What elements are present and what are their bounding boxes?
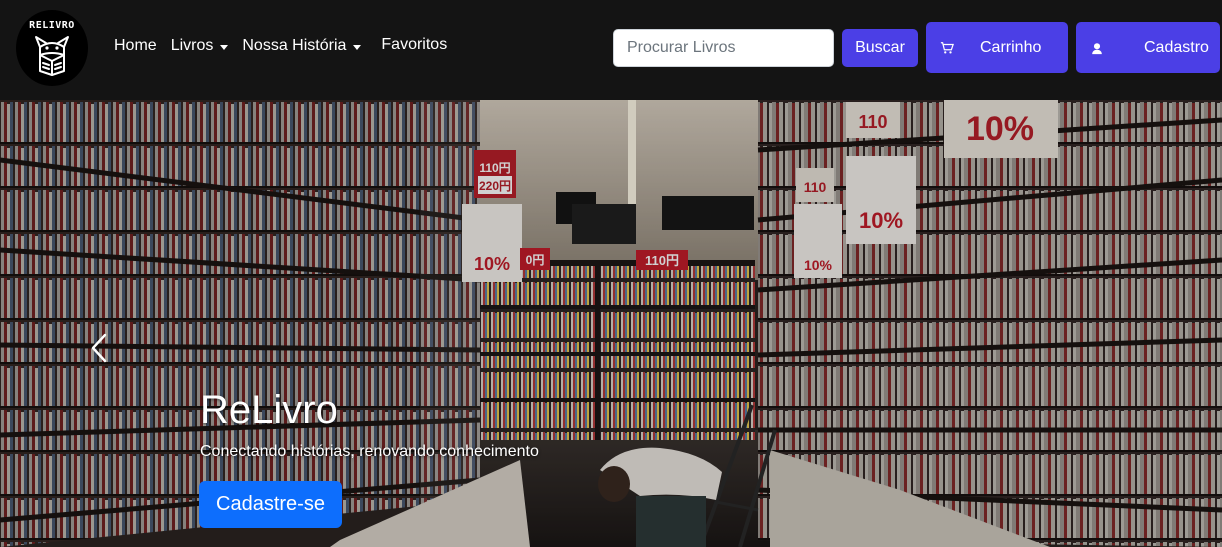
logo-mascot-icon — [35, 36, 69, 76]
hero-overlay — [0, 100, 1222, 547]
hero-carousel: 110円 220円 10% 0円 110円 110 10% 110 10% 10… — [0, 100, 1222, 547]
nav-historia-label: Nossa História — [242, 37, 347, 54]
signup-button[interactable]: Cadastro — [1076, 22, 1220, 73]
search-input[interactable] — [613, 29, 834, 67]
logo-text: RELIVRO — [29, 20, 75, 31]
nav-favoritos-link[interactable]: Favoritos — [381, 36, 447, 54]
nav-livros-label: Livros — [170, 37, 214, 54]
caret-down-icon — [353, 44, 362, 50]
main-nav: Home Livros Nossa História Favoritos — [114, 36, 461, 55]
signup-label: Cadastro — [1144, 38, 1209, 56]
logo[interactable]: RELIVRO — [16, 10, 88, 86]
nav-favoritos-label: Favoritos — [381, 36, 448, 53]
nav-historia-dropdown[interactable]: Nossa História — [242, 37, 362, 55]
caret-down-icon — [220, 44, 229, 50]
chevron-left-icon — [91, 333, 107, 363]
carousel-prev-button[interactable] — [82, 326, 116, 370]
hero-subtitle: Conectando histórias, renovando conhecim… — [200, 443, 539, 460]
cart-icon — [940, 41, 954, 55]
hero-signup-button[interactable]: Cadastre-se — [199, 481, 342, 528]
nav-livros-dropdown[interactable]: Livros — [171, 37, 229, 55]
cart-label: Carrinho — [980, 38, 1042, 56]
nav-home-label: Home — [114, 37, 157, 54]
nav-home-link[interactable]: Home — [114, 37, 157, 55]
navbar: RELIVRO Home Livros Nossa História Favor… — [0, 0, 1222, 100]
search-button[interactable]: Buscar — [842, 29, 918, 67]
cart-button[interactable]: Carrinho — [926, 22, 1068, 73]
hero-title: ReLivro — [200, 388, 338, 432]
user-icon — [1090, 41, 1104, 55]
